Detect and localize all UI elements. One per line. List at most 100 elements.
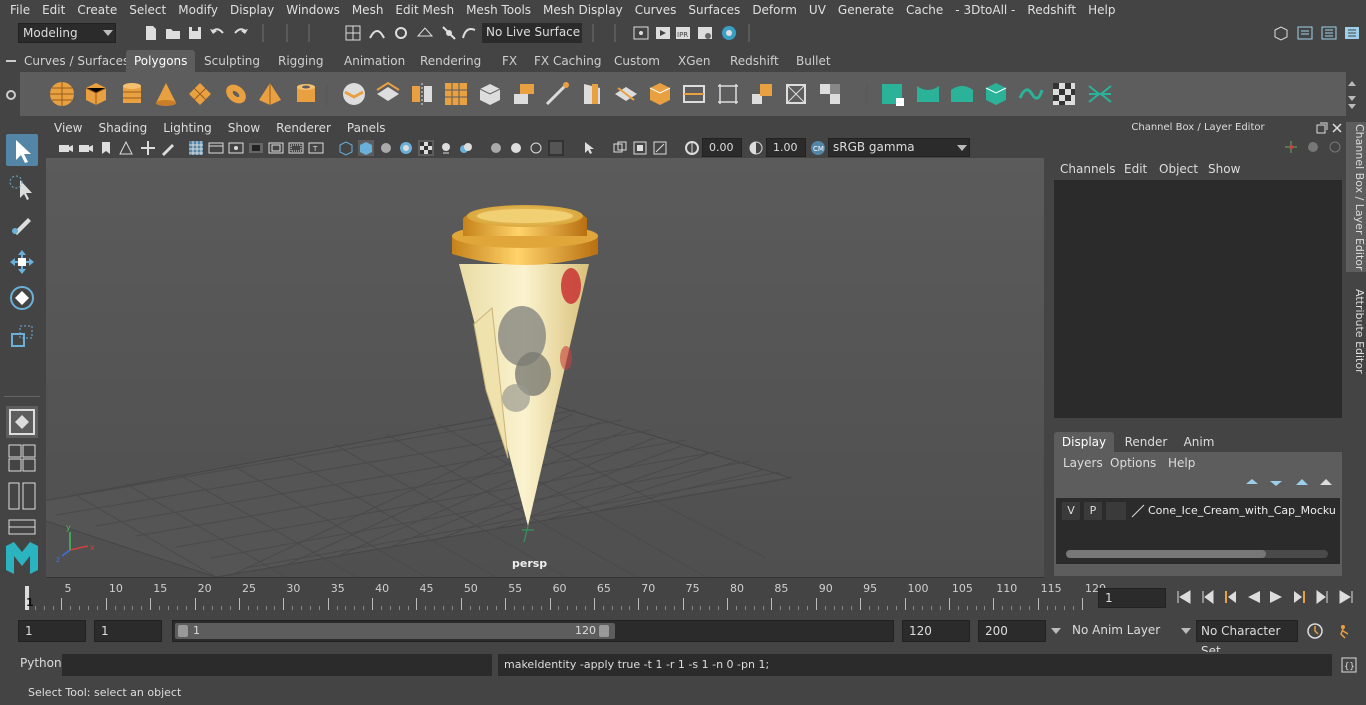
- tool-settings-toggle-icon[interactable]: [1320, 24, 1338, 42]
- script-language-label[interactable]: Python: [20, 656, 62, 670]
- use-all-lights-icon[interactable]: [418, 140, 434, 156]
- ipr-render-icon[interactable]: IPR: [674, 24, 692, 42]
- extrude-icon[interactable]: [510, 80, 538, 108]
- teal-cube-icon[interactable]: [982, 80, 1010, 108]
- new-layer-icon[interactable]: [1294, 476, 1310, 490]
- shelf-tab-rigging[interactable]: Rigging: [270, 50, 331, 72]
- quad-draw-icon[interactable]: [714, 80, 742, 108]
- poly-cylinder-icon[interactable]: [118, 80, 146, 108]
- gamma-field[interactable]: 1.00: [766, 138, 806, 157]
- xray-icon[interactable]: [548, 140, 564, 156]
- shelf-tab-bullet[interactable]: Bullet: [788, 50, 839, 72]
- live-surface-icon[interactable]: [460, 24, 478, 42]
- single-view-layout-button[interactable]: [6, 406, 38, 438]
- shelf-tab-animation[interactable]: Animation: [336, 50, 413, 72]
- textured-icon[interactable]: [398, 140, 414, 156]
- bridge-icon[interactable]: [544, 80, 572, 108]
- menu-help[interactable]: Help: [1082, 3, 1121, 17]
- layer-horizontal-scrollbar[interactable]: [1066, 550, 1328, 558]
- range-slider[interactable]: 1 120: [172, 620, 894, 642]
- current-frame-field[interactable]: 1: [1098, 588, 1166, 608]
- live-surface-field[interactable]: No Live Surface: [482, 23, 582, 43]
- menu-uv[interactable]: UV: [803, 3, 832, 17]
- command-input[interactable]: [62, 654, 492, 676]
- anim-layer-arrow-icon[interactable]: [1180, 626, 1192, 636]
- script-editor-icon[interactable]: {}: [1340, 656, 1358, 674]
- color-management-icon[interactable]: CM: [810, 140, 826, 156]
- smooth-icon[interactable]: [442, 80, 470, 108]
- step-back-frame-icon[interactable]: [1200, 590, 1216, 604]
- layer-display-type-toggle[interactable]: [1106, 502, 1126, 520]
- exposure-field[interactable]: 0.00: [702, 138, 742, 157]
- backface-culling-icon[interactable]: [652, 140, 668, 156]
- channel-box-side-tab[interactable]: Channel Box / Layer Editor: [1346, 122, 1366, 272]
- layer-name[interactable]: Cone_Ice_Cream_with_Cap_Mockup_: [1148, 504, 1336, 517]
- 2d-pan-zoom-icon[interactable]: [140, 140, 156, 156]
- shelf-tab-polygons[interactable]: Polygons: [126, 50, 196, 72]
- options-menu[interactable]: Options: [1110, 456, 1156, 470]
- input-ops-icon[interactable]: [632, 24, 650, 42]
- auto-key-icon[interactable]: [1306, 622, 1324, 640]
- mode-dropdown[interactable]: Modeling: [18, 23, 116, 43]
- image-plane-icon[interactable]: [118, 140, 134, 156]
- gamma-icon[interactable]: [748, 140, 764, 156]
- viewport-menu-panels[interactable]: Panels: [339, 121, 394, 135]
- attribute-editor-side-tab[interactable]: Attribute Editor: [1346, 286, 1366, 376]
- animation-end-field[interactable]: 200: [978, 620, 1046, 642]
- render-layer-tab[interactable]: Render: [1118, 432, 1174, 452]
- resolution-gate-icon[interactable]: [228, 140, 244, 156]
- step-forward-key-icon[interactable]: [1292, 590, 1308, 604]
- playback-end-field[interactable]: 120: [902, 620, 970, 642]
- move-layer-up-icon[interactable]: [1244, 476, 1260, 490]
- render-frame-icon[interactable]: [654, 24, 672, 42]
- object-menu[interactable]: Object: [1159, 162, 1198, 176]
- bookmark-icon[interactable]: [98, 140, 114, 156]
- bevel-icon[interactable]: [476, 80, 504, 108]
- mirror-icon[interactable]: [408, 80, 436, 108]
- exposure-icon[interactable]: [684, 140, 700, 156]
- shadows-icon[interactable]: [438, 140, 454, 156]
- poly-torus-icon[interactable]: [222, 80, 250, 108]
- shelf-tab-custom[interactable]: Custom: [606, 50, 668, 72]
- multisample-aa-icon[interactable]: [508, 140, 524, 156]
- wireframe-on-shaded-icon[interactable]: [378, 140, 394, 156]
- lasso-tool-button[interactable]: [6, 172, 38, 204]
- move-layer-down-icon[interactable]: [1268, 476, 1284, 490]
- open-scene-icon[interactable]: [164, 24, 182, 42]
- show-menu[interactable]: Show: [1208, 162, 1240, 176]
- menu-modify[interactable]: Modify: [172, 3, 224, 17]
- menu-file[interactable]: File: [4, 3, 36, 17]
- gate-mask-icon[interactable]: [248, 140, 264, 156]
- redo-icon[interactable]: [232, 24, 250, 42]
- shelf-tab-xgen[interactable]: XGen: [670, 50, 719, 72]
- viewport-menu-view[interactable]: View: [46, 121, 90, 135]
- shelf-tab-sculpting[interactable]: Sculpting: [196, 50, 268, 72]
- play-backwards-icon[interactable]: [1246, 590, 1262, 604]
- camera-attributes-icon[interactable]: [78, 140, 94, 156]
- menu-mesh-tools[interactable]: Mesh Tools: [460, 3, 537, 17]
- shelf-tab-rendering[interactable]: Rendering: [412, 50, 489, 72]
- character-set-dropdown[interactable]: No Character Set: [1196, 620, 1298, 658]
- save-scene-icon[interactable]: [186, 24, 204, 42]
- safe-action-icon[interactable]: [288, 140, 304, 156]
- anim-layer-dropdown[interactable]: No Anim Layer: [1068, 620, 1176, 642]
- play-forwards-icon[interactable]: [1268, 590, 1284, 604]
- menu-3dtoall[interactable]: - 3DtoAll -: [949, 3, 1021, 17]
- new-scene-icon[interactable]: [142, 24, 160, 42]
- float-panel-icon[interactable]: [1316, 122, 1328, 134]
- teal-curve-icon[interactable]: [948, 80, 976, 108]
- isolate-select-icon[interactable]: [582, 140, 598, 156]
- shelf-tab-curves-surfaces[interactable]: Curves / Surfaces: [16, 50, 137, 72]
- hyper-icon[interactable]: [1328, 140, 1342, 154]
- menu-windows[interactable]: Windows: [280, 3, 346, 17]
- screen-space-ao-icon[interactable]: [458, 140, 474, 156]
- scale-tool-button[interactable]: [6, 320, 38, 352]
- safe-title-icon[interactable]: T: [308, 140, 324, 156]
- manipulator-icon[interactable]: [1284, 140, 1298, 154]
- range-start-handle[interactable]: [178, 625, 188, 637]
- menu-surfaces[interactable]: Surfaces: [682, 3, 746, 17]
- poly-sphere-icon[interactable]: [48, 80, 76, 108]
- menu-curves[interactable]: Curves: [629, 3, 683, 17]
- shelf-tab-redshift[interactable]: Redshift: [722, 50, 787, 72]
- poly-plane-icon[interactable]: [186, 80, 214, 108]
